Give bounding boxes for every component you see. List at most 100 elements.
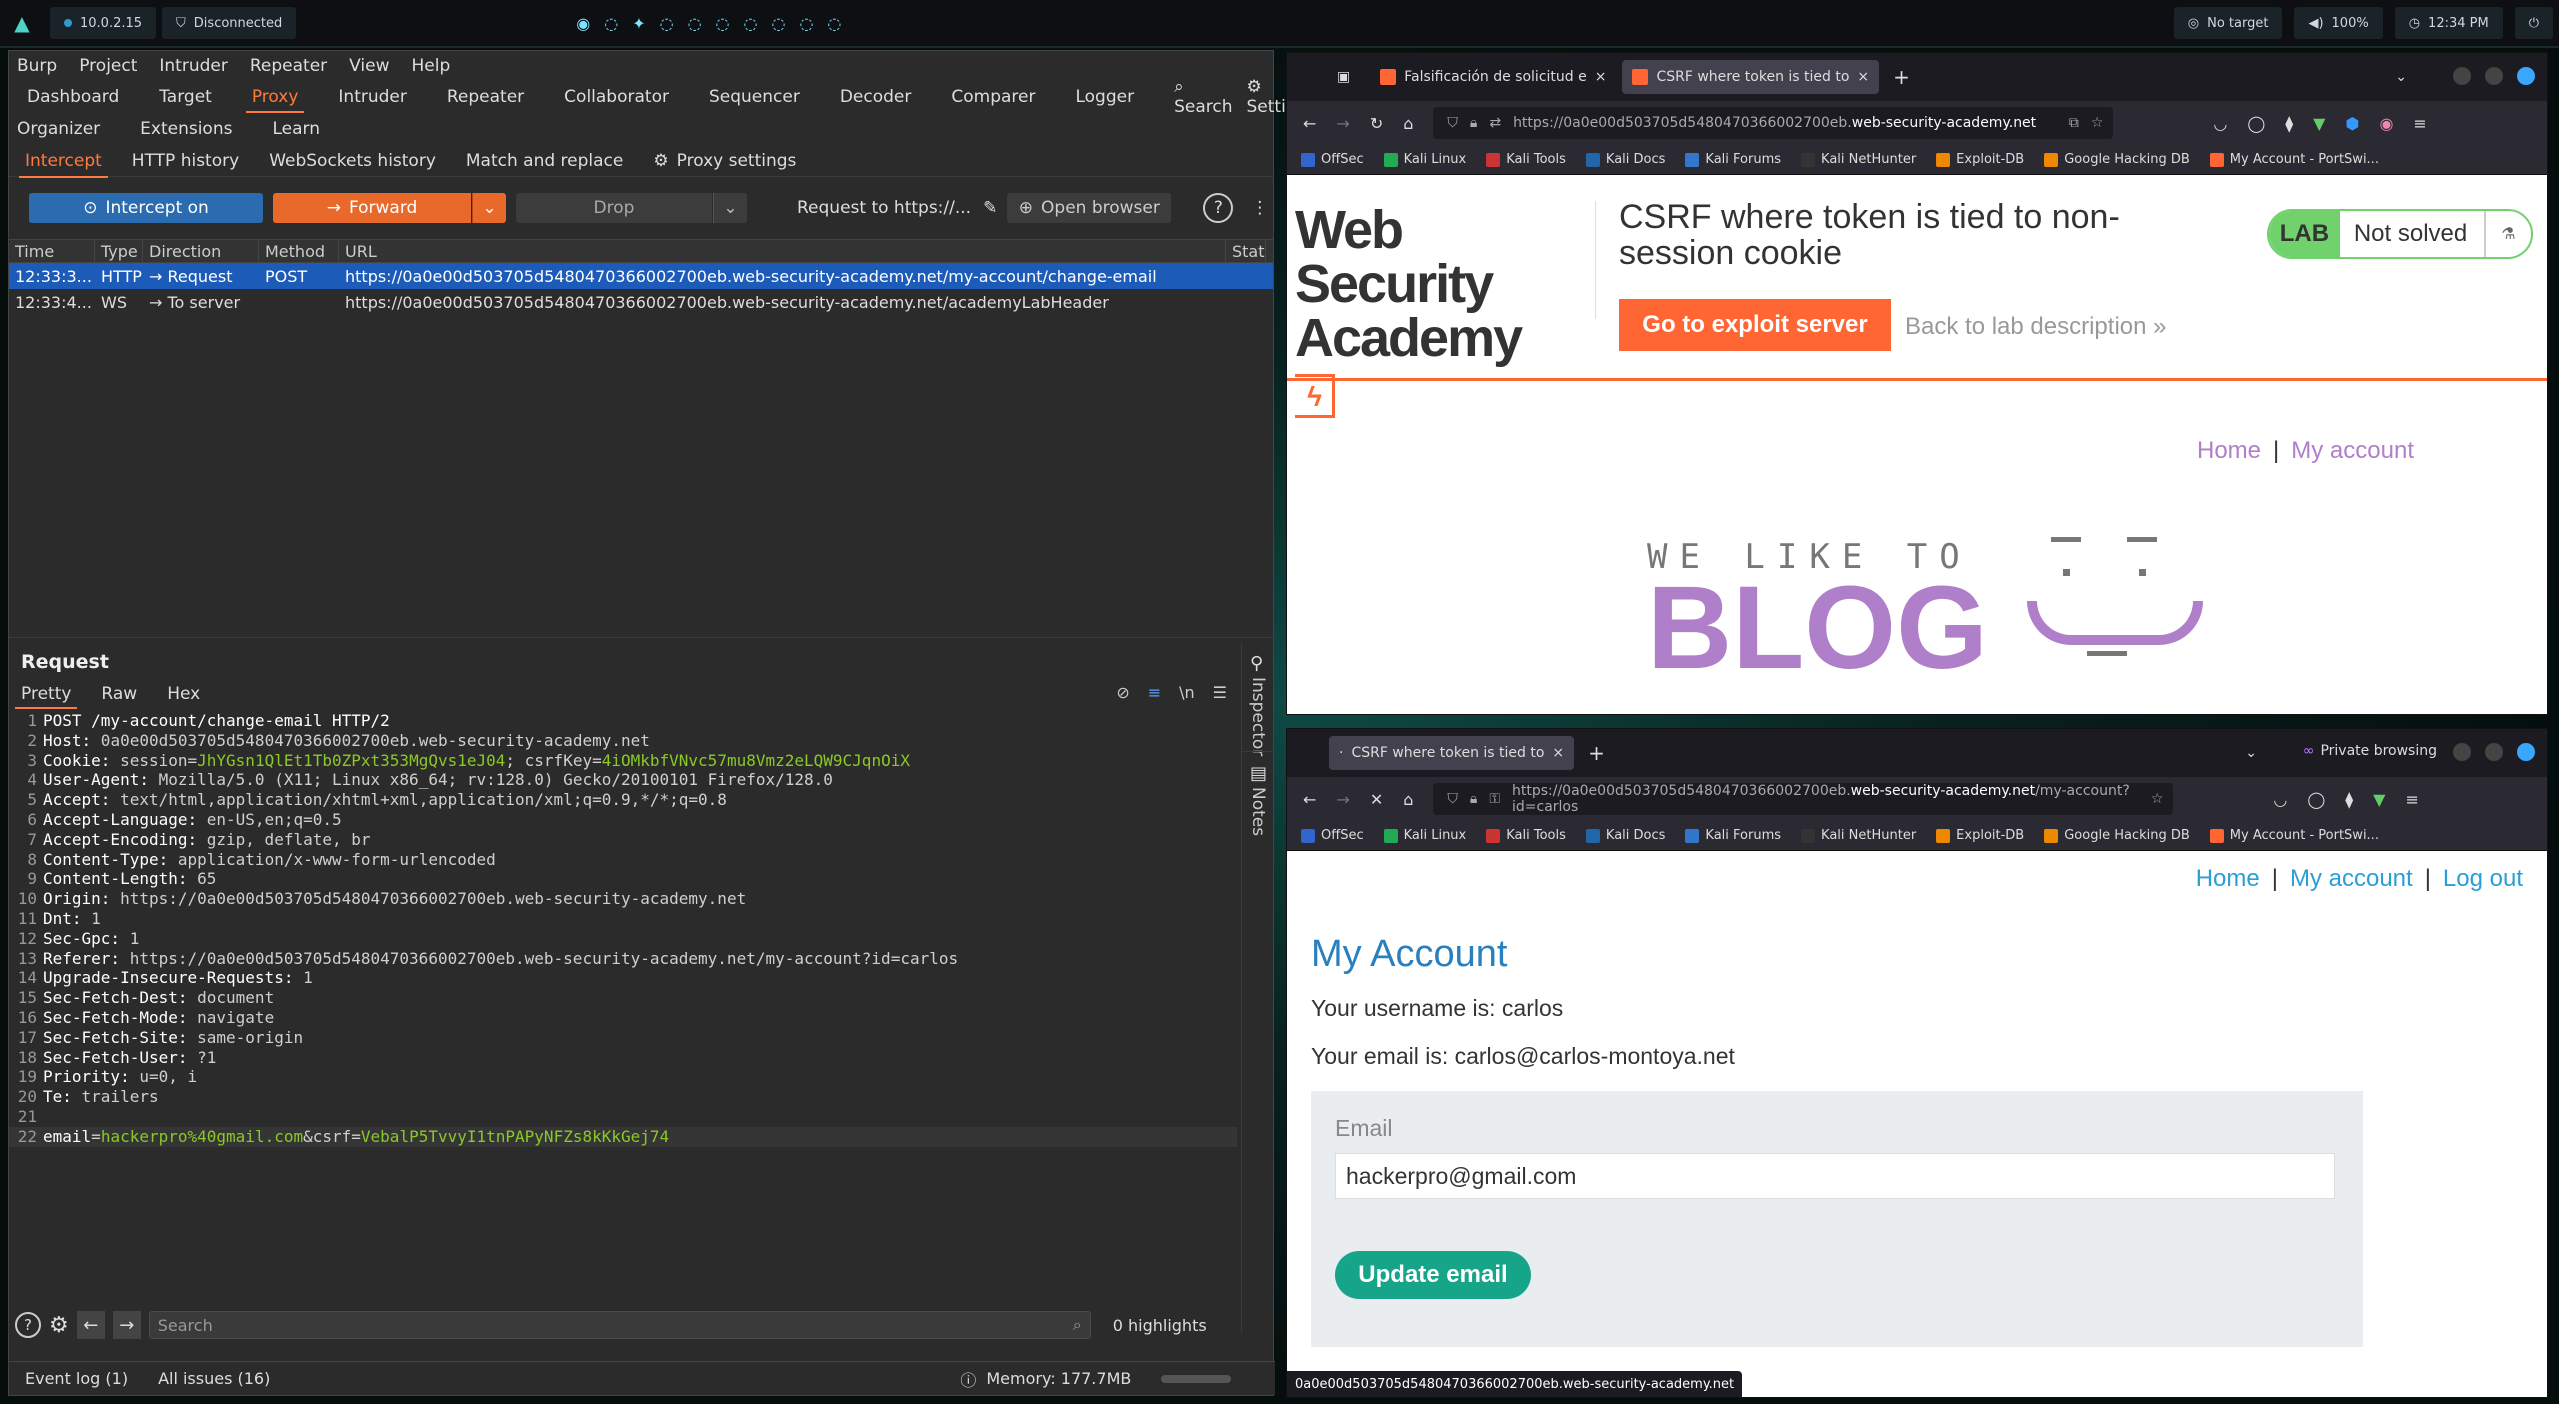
menu-icon[interactable]: ☰ bbox=[1213, 683, 1227, 702]
workspace-icon[interactable]: ◉ bbox=[576, 14, 590, 33]
nav-my-account-link[interactable]: My account bbox=[2290, 865, 2413, 892]
pocket-icon[interactable]: ◡ bbox=[2213, 114, 2227, 133]
tab-organizer[interactable]: Organizer bbox=[17, 119, 100, 139]
forward-icon[interactable]: → bbox=[1336, 790, 1349, 809]
new-tab-icon[interactable]: + bbox=[1893, 65, 1910, 89]
tab-intruder[interactable]: Intruder bbox=[338, 87, 406, 107]
request-line[interactable]: 16 Sec-Fetch-Mode: navigate bbox=[9, 1008, 1237, 1028]
forward-dropdown[interactable]: ⌄ bbox=[472, 193, 506, 223]
request-line[interactable]: 3 Cookie: session= JhYGsn1QlEt1Tb0ZPxt353M… bbox=[9, 751, 1237, 771]
subtab-websockets-history[interactable]: WebSockets history bbox=[269, 151, 436, 171]
request-body[interactable]: 1 POST /my-account/change-email HTTP/2 2 Ho… bbox=[9, 711, 1237, 1147]
nav-home-link[interactable]: Home bbox=[2197, 437, 2261, 464]
ublock-icon[interactable]: ◉ bbox=[2379, 114, 2393, 133]
maximize-button[interactable] bbox=[2485, 743, 2503, 761]
request-line[interactable]: 18 Sec-Fetch-User: ?1 bbox=[9, 1048, 1237, 1068]
workspace-icon[interactable]: ◌ bbox=[688, 14, 702, 33]
pencil-icon[interactable]: ✎ bbox=[983, 198, 997, 218]
col-method[interactable]: Method bbox=[259, 240, 339, 262]
bookmark-my-account[interactable]: My Account - PortSwi... bbox=[2209, 152, 2379, 167]
inspector-icon[interactable]: ⚲ bbox=[1250, 653, 1263, 674]
request-line[interactable]: 1 POST /my-account/change-email HTTP/2 bbox=[9, 711, 1237, 731]
address-bar[interactable]: ⛉ 🔒︎ ⇄ https://0a0e00d503705d5480470366002… bbox=[1433, 107, 2114, 139]
new-tab-icon[interactable]: + bbox=[1588, 741, 1605, 765]
bookmark-star-icon[interactable]: ☆ bbox=[2151, 791, 2164, 807]
request-line[interactable]: 5 Accept: text/html,application/xhtml+xml… bbox=[9, 790, 1237, 810]
request-line[interactable]: 8 Content-Type: application/x-www-form-ur… bbox=[9, 850, 1237, 870]
tab-overview-icon[interactable]: ▣ bbox=[1337, 69, 1350, 85]
bookmark-exploit-db[interactable]: Exploit-DB bbox=[1936, 152, 2024, 167]
request-line[interactable]: 13 Referer: https://0a0e00d503705d5480470… bbox=[9, 949, 1237, 969]
close-button[interactable] bbox=[2517, 743, 2535, 761]
search-input[interactable]: Search ⌕ bbox=[148, 1311, 1091, 1339]
exploit-server-button[interactable]: Go to exploit server bbox=[1619, 299, 1891, 351]
request-line[interactable]: 12 Sec-Gpc: 1 bbox=[9, 929, 1237, 949]
close-icon[interactable]: × bbox=[1552, 745, 1564, 761]
forward-button[interactable]: → Forward bbox=[273, 193, 471, 223]
menu-repeater[interactable]: Repeater bbox=[250, 56, 327, 76]
email-field[interactable]: hackerpro@gmail.com bbox=[1335, 1153, 2335, 1199]
nav-home-link[interactable]: Home bbox=[2196, 865, 2260, 892]
tab-sequencer[interactable]: Sequencer bbox=[709, 87, 800, 107]
web-security-academy-logo[interactable]: Web Security Academyϟ bbox=[1295, 203, 1545, 419]
request-line[interactable]: 7 Accept-Encoding: gzip, deflate, br bbox=[9, 830, 1237, 850]
tab-decoder[interactable]: Decoder bbox=[840, 87, 912, 107]
tab-logger[interactable]: Logger bbox=[1075, 87, 1134, 107]
col-url[interactable]: URL bbox=[339, 240, 1226, 262]
col-status[interactable]: Statu bbox=[1226, 240, 1266, 262]
pocket-icon[interactable]: ◡ bbox=[2273, 790, 2287, 809]
tab-raw[interactable]: Raw bbox=[101, 684, 137, 704]
address-bar[interactable]: ⛉ 🔒︎ ⚿ https://0a0e00d503705d5480470366002… bbox=[1433, 783, 2174, 815]
request-line[interactable]: 20 Te: trailers bbox=[9, 1087, 1237, 1107]
all-issues-link[interactable]: All issues (16) bbox=[158, 1369, 270, 1388]
workspace-icon[interactable]: ◌ bbox=[660, 14, 674, 33]
stop-icon[interactable]: ✕ bbox=[1370, 790, 1383, 809]
bookmark-offsec[interactable]: OffSec bbox=[1301, 828, 1364, 843]
tab-comparer[interactable]: Comparer bbox=[951, 87, 1035, 107]
newline-toggle[interactable]: \n bbox=[1179, 683, 1195, 702]
back-icon[interactable]: ← bbox=[1303, 114, 1316, 133]
foxyproxy-icon[interactable]: ⬢ bbox=[2345, 114, 2359, 133]
reload-icon[interactable]: ↻ bbox=[1370, 114, 1383, 133]
bookmark-kali-linux[interactable]: Kali Linux bbox=[1383, 828, 1466, 843]
open-browser-button[interactable]: ⊕ Open browser bbox=[1007, 193, 1172, 223]
inspector-tab[interactable]: Inspector bbox=[1248, 677, 1268, 756]
back-to-lab-link[interactable]: Back to lab description » bbox=[1905, 313, 2167, 341]
close-icon[interactable]: × bbox=[1857, 69, 1869, 85]
drop-button[interactable]: Drop bbox=[516, 193, 712, 223]
bookmark-kali-linux[interactable]: Kali Linux bbox=[1383, 152, 1466, 167]
bookmark-star-icon[interactable]: ☆ bbox=[2091, 115, 2104, 131]
notes-tab[interactable]: Notes bbox=[1248, 787, 1268, 836]
close-button[interactable] bbox=[2517, 67, 2535, 85]
nav-my-account-link[interactable]: My account bbox=[2291, 437, 2414, 464]
bookmark-kali-docs[interactable]: Kali Docs bbox=[1585, 152, 1665, 167]
request-line[interactable]: 4 User-Agent: Mozilla/5.0 (X11; Linux x86… bbox=[9, 770, 1237, 790]
request-line[interactable]: 17 Sec-Fetch-Site: same-origin bbox=[9, 1028, 1237, 1048]
bookmark-offsec[interactable]: OffSec bbox=[1301, 152, 1364, 167]
update-email-button[interactable]: Update email bbox=[1335, 1251, 1531, 1299]
target-indicator[interactable]: ◎ No target bbox=[2173, 7, 2283, 39]
subtab-match-and-replace[interactable]: Match and replace bbox=[466, 151, 623, 171]
bookmark-ghdb[interactable]: Google Hacking DB bbox=[2044, 828, 2190, 843]
workspace-icon[interactable]: ◌ bbox=[827, 14, 841, 33]
help-icon[interactable]: ? bbox=[15, 1312, 41, 1338]
nav-log-out-link[interactable]: Log out bbox=[2443, 865, 2523, 892]
account-icon[interactable]: ◯ bbox=[2247, 114, 2265, 133]
bookmark-my-account[interactable]: My Account - PortSwi... bbox=[2209, 828, 2379, 843]
clock[interactable]: ◷ 12:34 PM bbox=[2394, 7, 2503, 39]
bookmark-ghdb[interactable]: Google Hacking DB bbox=[2044, 152, 2190, 167]
chevron-down-icon[interactable]: ⌄ bbox=[2245, 745, 2257, 761]
tab-learn[interactable]: Learn bbox=[272, 119, 320, 139]
workspace-switcher[interactable]: ◉ ◌ ✦ ◌ ◌ ◌ ◌ ◌ ◌ ◌ bbox=[576, 14, 841, 33]
hamburger-menu-icon[interactable]: ≡ bbox=[2413, 114, 2426, 133]
chevron-down-icon[interactable]: ⌄ bbox=[2395, 69, 2407, 85]
table-row[interactable]: 12:33:3... HTTP → Request POST https://0… bbox=[9, 263, 1273, 289]
proxy-settings-button[interactable]: ⚙ Proxy settings bbox=[653, 151, 796, 171]
bookmark-exploit-db[interactable]: Exploit-DB bbox=[1936, 828, 2024, 843]
workspace-icon[interactable]: ◌ bbox=[799, 14, 813, 33]
request-line[interactable]: 9 Content-Length: 65 bbox=[9, 869, 1237, 889]
col-direction[interactable]: Direction bbox=[143, 240, 259, 262]
workspace-icon[interactable]: ◌ bbox=[771, 14, 785, 33]
tab-extensions[interactable]: Extensions bbox=[140, 119, 232, 139]
search-button[interactable]: ⌕ Search bbox=[1174, 77, 1232, 117]
